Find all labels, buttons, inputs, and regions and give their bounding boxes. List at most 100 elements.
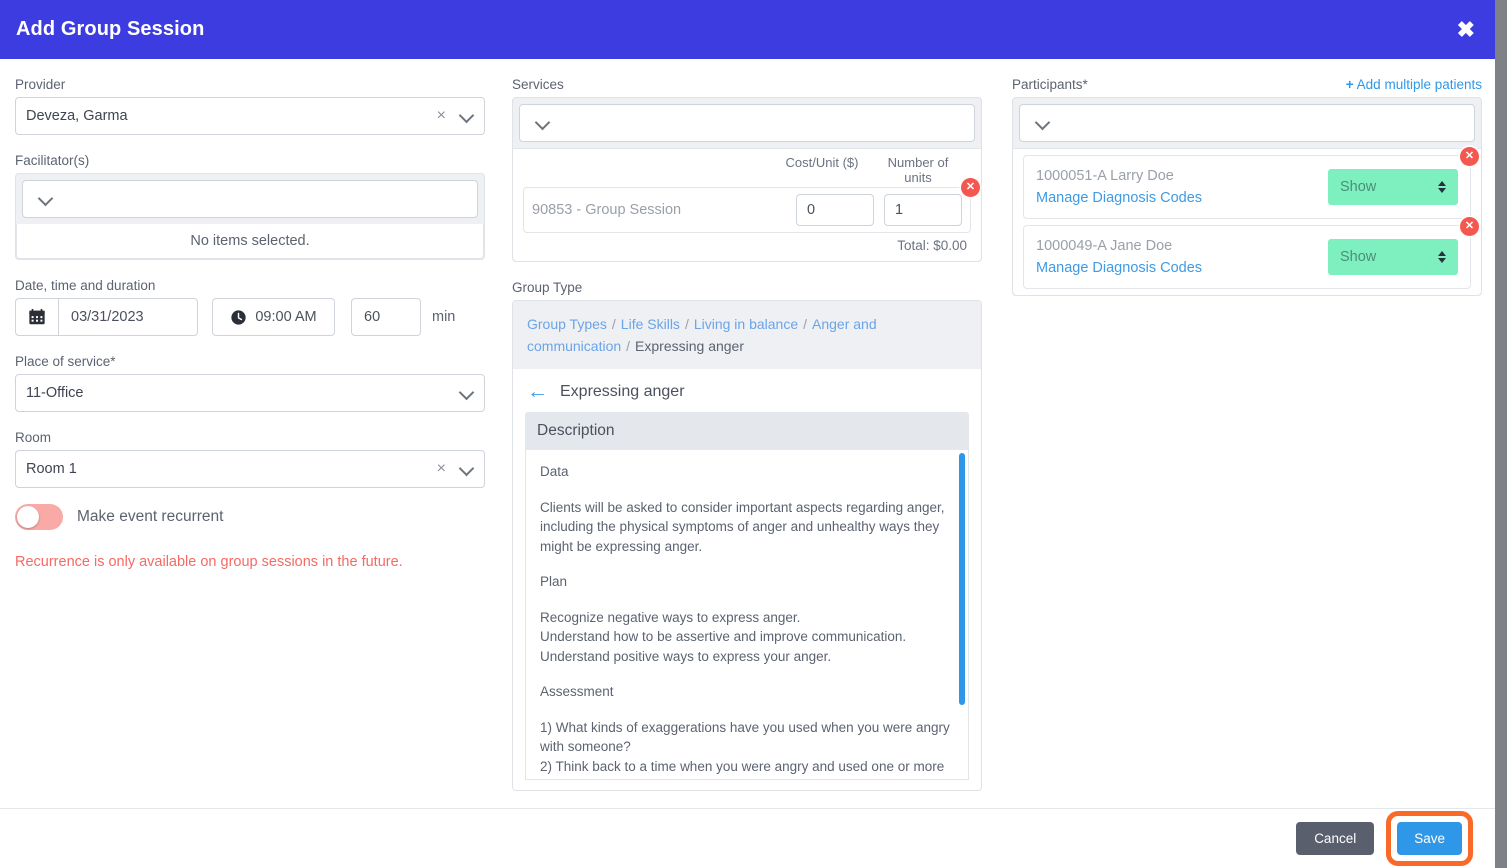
chevron-down-icon xyxy=(1036,116,1050,130)
time-input[interactable]: 09:00 AM xyxy=(212,298,335,336)
page-scrollbar-thumb[interactable] xyxy=(1495,0,1507,868)
facilitators-empty-text: No items selected. xyxy=(16,224,484,259)
services-table-header: Cost/Unit ($) Number of units xyxy=(523,155,971,185)
manage-diagnosis-codes-link[interactable]: Manage Diagnosis Codes xyxy=(1036,257,1328,279)
description-block: 1) What kinds of exaggerations have you … xyxy=(540,719,950,780)
clear-icon[interactable]: × xyxy=(437,108,446,124)
participants-header: Participants* + Add multiple patients xyxy=(1012,59,1482,97)
calendar-icon[interactable] xyxy=(15,298,58,336)
toggle-knob xyxy=(17,506,39,528)
room-label: Room xyxy=(15,430,52,445)
breadcrumb-item-group-types[interactable]: Group Types xyxy=(527,316,607,332)
participants-label: Participants* xyxy=(1012,77,1088,92)
group-type-title: Expressing anger xyxy=(560,382,685,400)
description-block: Assessment xyxy=(540,684,614,699)
make-event-recurrent-toggle[interactable] xyxy=(15,504,63,530)
make-event-recurrent-label: Make event recurrent xyxy=(77,508,224,525)
breadcrumb-separator: / xyxy=(684,316,689,332)
description-block: Clients will be asked to consider import… xyxy=(540,499,949,554)
facilitators-select[interactable] xyxy=(22,180,478,218)
breadcrumb-separator: / xyxy=(626,338,631,354)
datetime-label: Date, time and duration xyxy=(15,278,156,293)
services-table: Cost/Unit ($) Number of units 90853 - Gr… xyxy=(513,148,981,261)
participants-panel: 1000051-A Larry Doe Manage Diagnosis Cod… xyxy=(1012,97,1482,296)
group-type-header: ← Expressing anger xyxy=(513,369,981,412)
list-item: 1000049-A Jane Doe Manage Diagnosis Code… xyxy=(1023,217,1479,289)
remove-participant-button[interactable]: ✕ xyxy=(1460,217,1479,236)
list-item: 1000051-A Larry Doe Manage Diagnosis Cod… xyxy=(1023,147,1479,219)
add-multiple-patients-label: Add multiple patients xyxy=(1356,77,1482,92)
participant-visibility-value: Show xyxy=(1340,249,1377,265)
description-block: Recognize negative ways to express anger… xyxy=(540,609,907,664)
participant-visibility-select[interactable]: Show xyxy=(1328,169,1458,205)
duration-unit-label: min xyxy=(432,309,456,325)
recurrent-toggle-row: Make event recurrent xyxy=(15,504,485,530)
time-value: 09:00 AM xyxy=(255,309,317,325)
page-title: Add Group Session xyxy=(16,18,205,40)
place-of-service-value: 11-Office xyxy=(26,385,84,401)
room-select[interactable]: Room 1 × xyxy=(15,450,485,488)
group-type-label: Group Type xyxy=(512,280,583,295)
close-icon[interactable]: ✖ xyxy=(1451,17,1481,43)
add-group-session-modal: Add Group Session ✖ Provider Deveza, Gar… xyxy=(0,0,1495,868)
plus-icon: + xyxy=(1345,77,1354,92)
chevron-down-icon xyxy=(460,386,474,400)
right-column: Participants* + Add multiple patients 100… xyxy=(1012,59,1482,296)
breadcrumb: Group Types / Life Skills / Living in balanc… xyxy=(513,301,981,369)
remove-participant-button[interactable]: ✕ xyxy=(1460,147,1479,166)
participant-name: 1000051-A Larry Doe xyxy=(1036,168,1174,184)
provider-value: Deveza, Garma xyxy=(26,108,128,124)
sort-arrows-icon xyxy=(1438,181,1446,193)
breadcrumb-item-life-skills[interactable]: Life Skills xyxy=(621,316,680,332)
provider-select[interactable]: Deveza, Garma × xyxy=(15,97,485,135)
group-type-panel: Group Types / Life Skills / Living in balanc… xyxy=(512,300,982,791)
participants-select[interactable] xyxy=(1019,104,1475,142)
duration-input[interactable]: 60 xyxy=(351,298,421,336)
modal-header: Add Group Session ✖ xyxy=(0,0,1495,59)
services-select[interactable] xyxy=(519,104,975,142)
provider-label: Provider xyxy=(15,77,66,92)
service-name: 90853 - Group Session xyxy=(532,202,682,218)
add-multiple-patients-button[interactable]: + Add multiple patients xyxy=(1346,77,1482,92)
service-units-input[interactable]: 1 xyxy=(884,194,962,226)
modal-footer: Cancel Save xyxy=(0,808,1495,868)
services-total: Total: $0.00 xyxy=(897,238,967,253)
service-cost-input[interactable]: 0 xyxy=(796,194,874,226)
page-scrollbar[interactable] xyxy=(1495,0,1507,868)
chevron-down-icon xyxy=(460,462,474,476)
cancel-button[interactable]: Cancel xyxy=(1296,822,1375,855)
save-button-highlight: Save xyxy=(1386,811,1473,866)
participant-visibility-value: Show xyxy=(1340,179,1377,195)
recurrence-warning-text: Recurrence is only available on group se… xyxy=(15,554,403,570)
place-of-service-label: Place of service* xyxy=(15,354,116,369)
clear-icon[interactable]: × xyxy=(437,461,446,477)
left-column: Provider Deveza, Garma × Facilitator(s) … xyxy=(15,59,485,570)
middle-column: Services Cost/Unit ($) Number of units 9… xyxy=(512,59,982,791)
participant-name: 1000049-A Jane Doe xyxy=(1036,238,1173,254)
facilitators-label: Facilitator(s) xyxy=(15,153,90,168)
participant-info: 1000051-A Larry Doe Manage Diagnosis Cod… xyxy=(1036,165,1328,209)
description-scrollbar-thumb[interactable] xyxy=(959,453,965,705)
save-button[interactable]: Save xyxy=(1397,822,1462,855)
description-block: Plan xyxy=(540,574,568,589)
modal-body: Provider Deveza, Garma × Facilitator(s) … xyxy=(0,59,1495,808)
remove-service-button[interactable]: ✕ xyxy=(961,178,980,197)
description-body[interactable]: Data Clients will be asked to consider i… xyxy=(525,450,969,780)
description-header: Description xyxy=(525,412,969,450)
manage-diagnosis-codes-link[interactable]: Manage Diagnosis Codes xyxy=(1036,187,1328,209)
chevron-down-icon xyxy=(39,192,53,206)
services-label: Services xyxy=(512,77,564,92)
sort-arrows-icon xyxy=(1438,251,1446,263)
clock-icon xyxy=(231,309,246,325)
chevron-down-icon xyxy=(460,109,474,123)
participant-info: 1000049-A Jane Doe Manage Diagnosis Code… xyxy=(1036,235,1328,279)
table-row: 90853 - Group Session 0 1 ✕ xyxy=(523,178,980,233)
place-of-service-select[interactable]: 11-Office xyxy=(15,374,485,412)
date-input[interactable]: 03/31/2023 xyxy=(58,298,198,336)
breadcrumb-separator: / xyxy=(803,316,808,332)
facilitators-multiselect: No items selected. xyxy=(15,173,485,260)
back-arrow-icon[interactable]: ← xyxy=(527,381,548,402)
participant-visibility-select[interactable]: Show xyxy=(1328,239,1458,275)
datetime-row: 03/31/2023 09:00 AM 60 min xyxy=(15,298,485,336)
breadcrumb-item-living-in-balance[interactable]: Living in balance xyxy=(694,316,798,332)
